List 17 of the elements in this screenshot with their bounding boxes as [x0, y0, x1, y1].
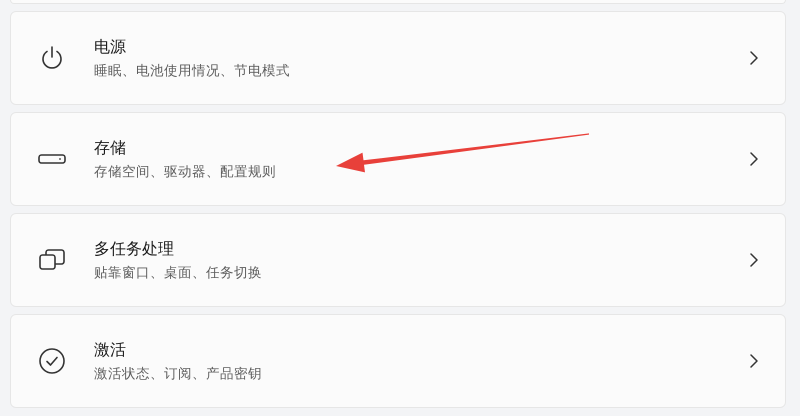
- chevron-right-icon: [749, 151, 759, 167]
- item-description: 存储空间、驱动器、配置规则: [94, 162, 277, 180]
- item-title: 多任务处理: [94, 238, 175, 260]
- item-title: 存储: [94, 138, 127, 158]
- settings-item[interactable]: 电源 睡眠、电池使用情况、节电模式: [10, 11, 786, 105]
- item-title: 电源: [94, 36, 127, 58]
- item-description: 睡眠、电池使用情况、节电模式: [94, 62, 291, 80]
- chevron-right-icon: [749, 252, 759, 268]
- item-description: 激活状态、订阅、产品密钥: [94, 364, 263, 382]
- chevron-right-icon: [749, 353, 759, 369]
- chevron-right-icon: [749, 50, 759, 66]
- item-description: 贴靠窗口、桌面、任务切换: [94, 264, 263, 282]
- check-circle-icon: [38, 347, 66, 375]
- settings-item[interactable]: 激活 激活状态、订阅、产品密钥: [10, 314, 786, 408]
- settings-item[interactable]: 存储 存储空间、驱动器、配置规则: [10, 112, 786, 206]
- settings-item[interactable]: 多任务处理 贴靠窗口、桌面、任务切换: [10, 213, 786, 307]
- item-title: 激活: [94, 340, 127, 360]
